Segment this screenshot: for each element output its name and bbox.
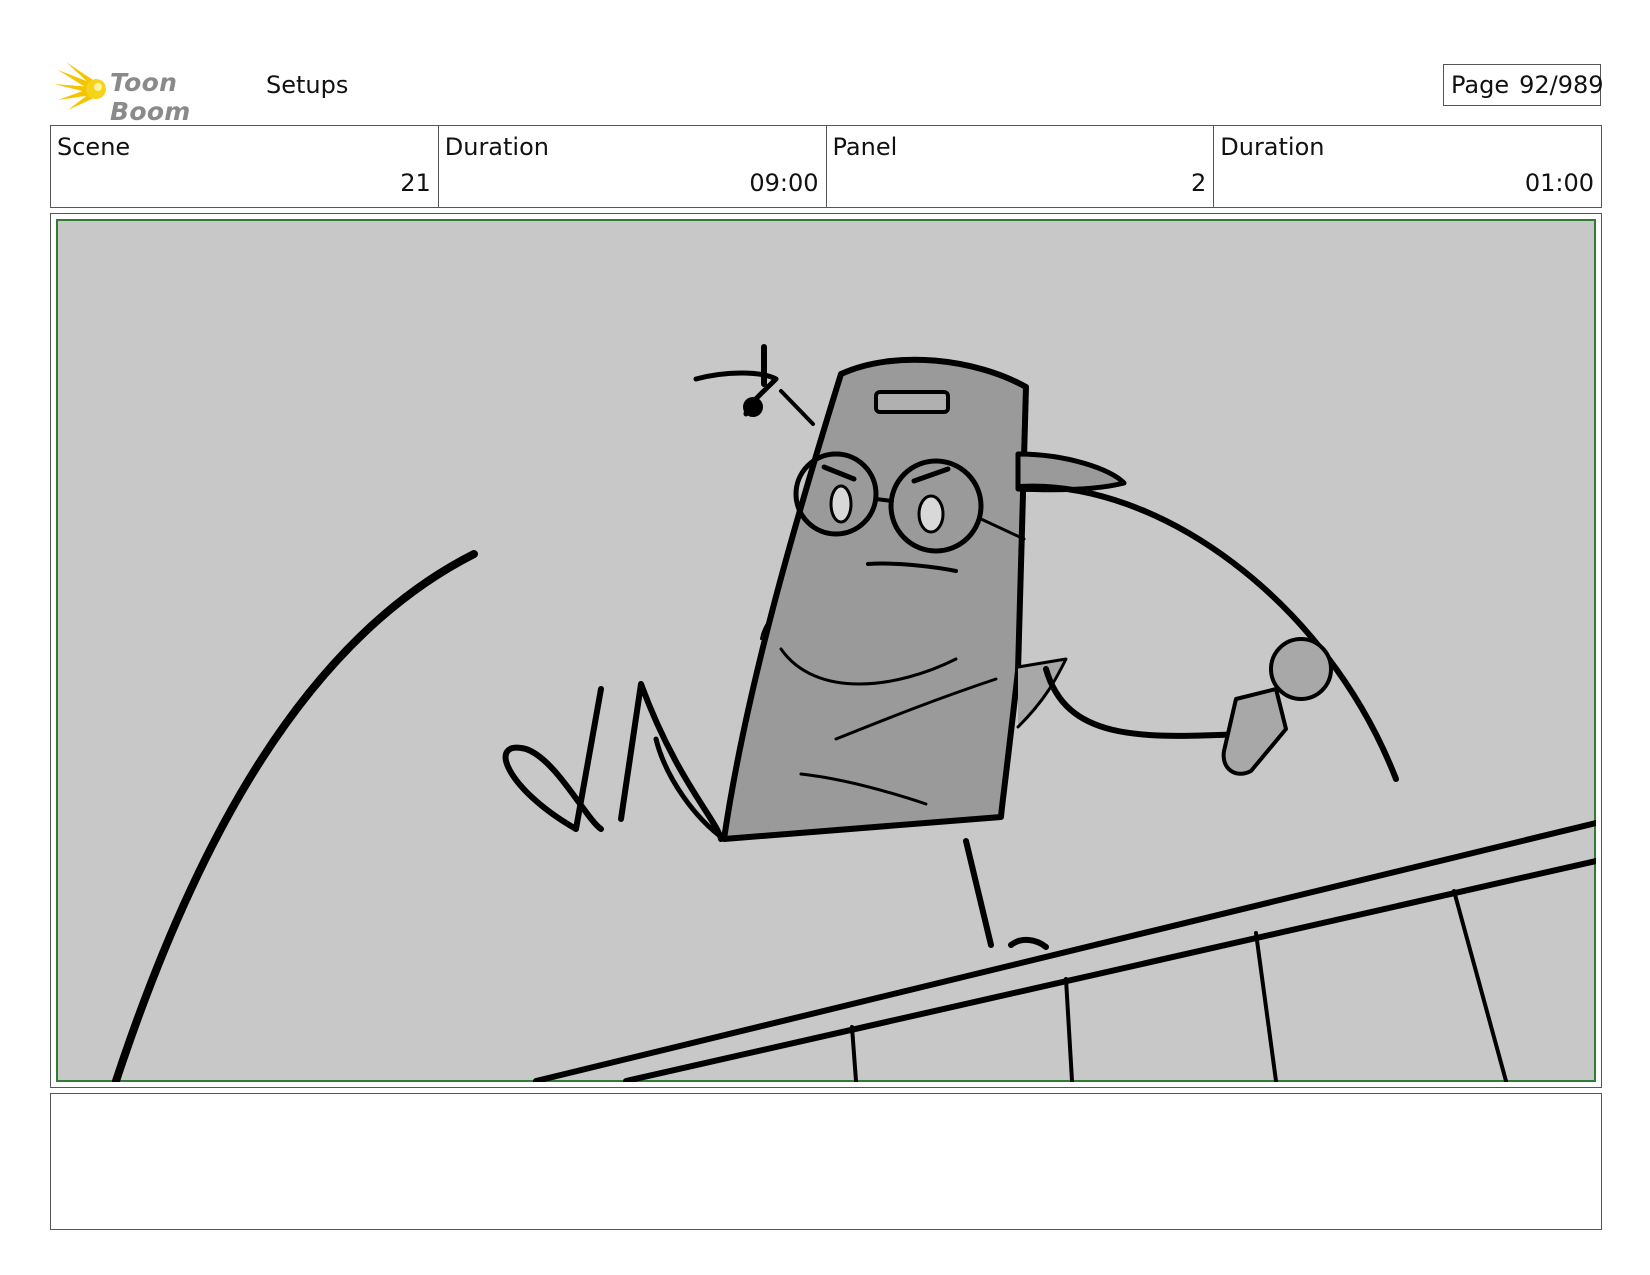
panel-duration-label: Duration [1220, 133, 1325, 161]
scene-duration-value: 09:00 [749, 169, 819, 197]
panel-duration-value: 01:00 [1524, 169, 1594, 197]
page-number: 92/989 [1519, 71, 1604, 99]
panel-duration-cell: Duration 01:00 [1214, 126, 1601, 207]
scene-cell: Scene 21 [51, 126, 439, 207]
scene-label: Scene [57, 133, 131, 161]
panel-label: Panel [832, 133, 898, 161]
toon-boom-logo: Toon Boom [54, 60, 264, 126]
storyboard-panel [50, 213, 1602, 1088]
scene-duration-cell: Duration 09:00 [439, 126, 827, 207]
scene-value: 21 [400, 169, 431, 197]
panel-cell: Panel 2 [827, 126, 1215, 207]
section-title: Setups [266, 71, 349, 99]
brand-name: Toon Boom [110, 68, 191, 126]
panel-notes [50, 1093, 1602, 1230]
panel-sketch [56, 219, 1596, 1082]
starburst-icon [54, 62, 106, 110]
scene-duration-label: Duration [444, 133, 549, 161]
page-label: Page [1451, 71, 1510, 99]
panel-value: 2 [1190, 169, 1207, 197]
scene-info-row: Scene 21 Duration 09:00 Panel 2 Duration… [50, 125, 1602, 208]
page-indicator: Page 92/989 [1443, 64, 1604, 106]
